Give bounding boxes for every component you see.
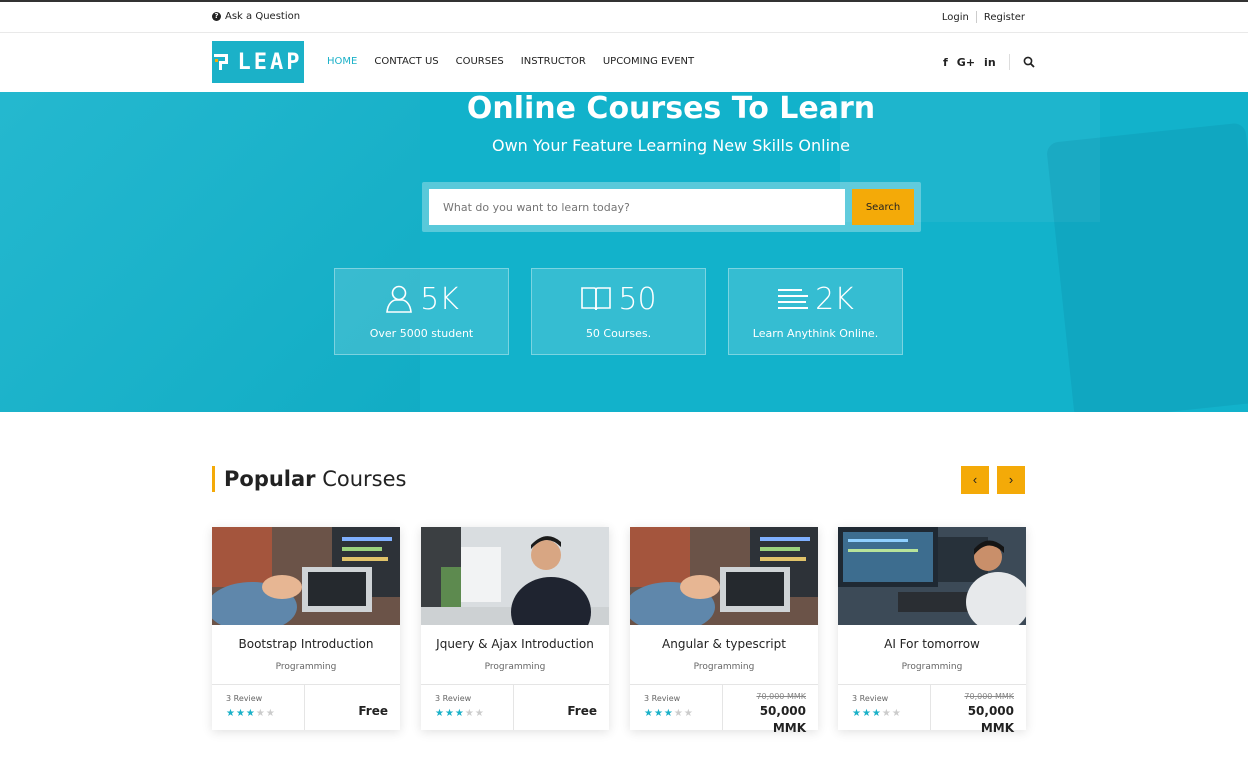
linkedin-icon[interactable]: in — [984, 56, 996, 69]
book-icon — [581, 287, 612, 311]
review-count: 3 Review — [435, 694, 472, 703]
logo-text: LEAP — [237, 49, 303, 75]
course-category: Programming — [693, 662, 755, 672]
rating-stars: ★★★★★ — [226, 708, 276, 719]
rating-stars: ★★★★★ — [852, 708, 902, 719]
social-links: f G+ in — [943, 54, 1035, 70]
nav-instructor[interactable]: INSTRUCTOR — [521, 56, 586, 67]
stat-label: Over 5000 student — [369, 327, 474, 340]
course-price: Free — [358, 704, 388, 718]
old-price — [305, 692, 388, 703]
course-thumbnail — [212, 527, 400, 625]
stat-label: 50 Courses. — [585, 327, 652, 340]
carousel-next-button[interactable]: › — [997, 466, 1025, 494]
login-link[interactable]: Login — [942, 12, 969, 23]
old-price: 70,000 MMK — [964, 692, 1014, 701]
course-category: Programming — [275, 662, 337, 672]
search-button[interactable]: Search — [852, 189, 914, 225]
nav-home[interactable]: HOME — [327, 56, 357, 67]
hero-banner: Online Courses To Learn Own Your Feature… — [0, 92, 1248, 412]
course-title: Bootstrap Introduction — [238, 637, 374, 651]
course-footer: 3 Review ★★★★★ Free — [212, 684, 400, 730]
site-header: LEAP HOME CONTACT US COURSES INSTRUCTOR … — [0, 34, 1248, 92]
hero-title: Online Courses To Learn — [466, 92, 876, 126]
search-input[interactable] — [429, 189, 845, 225]
course-card[interactable]: Bootstrap Introduction Programming 3 Rev… — [212, 527, 400, 730]
ask-question-link[interactable]: ? Ask a Question — [212, 11, 300, 22]
leap-logo[interactable]: LEAP — [212, 41, 304, 83]
course-category: Programming — [484, 662, 546, 672]
question-icon: ? — [212, 12, 221, 21]
register-link[interactable]: Register — [984, 12, 1025, 23]
course-price: Free — [567, 704, 597, 718]
course-card[interactable]: Jquery & Ajax Introduction Programming 3… — [421, 527, 609, 730]
stat-label: Learn Anythink Online. — [752, 327, 879, 340]
old-price — [514, 692, 597, 703]
heading-rest: Courses — [315, 467, 407, 491]
course-search: Search — [422, 182, 921, 232]
course-footer: 3 Review ★★★★★ 70,000 MMK 50,000 MMK — [630, 684, 818, 735]
course-card[interactable]: AI For tomorrow Programming 3 Review ★★★… — [838, 527, 1026, 735]
popular-courses-heading: Popular Courses — [212, 466, 406, 492]
course-thumbnail — [838, 527, 1026, 625]
main-nav: HOME CONTACT US COURSES INSTRUCTOR UPCOM… — [327, 56, 694, 67]
stat-learn: 2K Learn Anythink Online. — [728, 268, 903, 355]
review-count: 3 Review — [226, 694, 263, 703]
heading-bold: Popular — [224, 467, 316, 491]
ask-question-label: Ask a Question — [225, 11, 301, 22]
rating-stars: ★★★★★ — [435, 708, 485, 719]
google-plus-icon[interactable]: G+ — [957, 56, 975, 69]
stat-courses: 50 50 Courses. — [531, 268, 706, 355]
course-title: AI For tomorrow — [884, 637, 980, 651]
stat-students: 5K Over 5000 student — [334, 268, 509, 355]
stat-value: 5K — [420, 281, 459, 317]
auth-links: Login Register — [942, 11, 1025, 23]
nav-upcoming-event[interactable]: UPCOMING EVENT — [603, 56, 694, 67]
hero-subtitle: Own Your Feature Learning New Skills Onl… — [491, 136, 850, 155]
course-footer: 3 Review ★★★★★ 70,000 MMK 50,000 MMK — [838, 684, 1026, 735]
course-category: Programming — [901, 662, 963, 672]
course-price: 50,000 MMK — [759, 704, 806, 735]
stat-value: 50 — [618, 281, 657, 317]
course-title: Jquery & Ajax Introduction — [436, 637, 594, 651]
logo-mark-icon — [213, 53, 232, 71]
course-title: Angular & typescript — [662, 637, 786, 651]
course-card[interactable]: Angular & typescript Programming 3 Revie… — [630, 527, 818, 735]
auth-divider — [975, 11, 977, 23]
old-price: 70,000 MMK — [756, 692, 806, 701]
review-count: 3 Review — [852, 694, 889, 703]
lines-icon — [778, 289, 809, 309]
carousel-prev-button[interactable]: ‹ — [961, 466, 989, 494]
top-bar: ? Ask a Question Login Register — [0, 2, 1248, 33]
stat-value: 2K — [815, 281, 854, 317]
course-price: 50,000 MMK — [967, 704, 1014, 735]
nav-contact-us[interactable]: CONTACT US — [374, 56, 438, 67]
course-footer: 3 Review ★★★★★ Free — [421, 684, 609, 730]
nav-courses[interactable]: COURSES — [456, 56, 504, 67]
review-count: 3 Review — [644, 694, 681, 703]
facebook-icon[interactable]: f — [943, 56, 948, 69]
course-thumbnail — [630, 527, 818, 625]
course-thumbnail — [421, 527, 609, 625]
social-divider — [1008, 54, 1010, 70]
search-icon[interactable] — [1023, 56, 1035, 68]
user-icon — [386, 285, 413, 313]
rating-stars: ★★★★★ — [644, 708, 694, 719]
